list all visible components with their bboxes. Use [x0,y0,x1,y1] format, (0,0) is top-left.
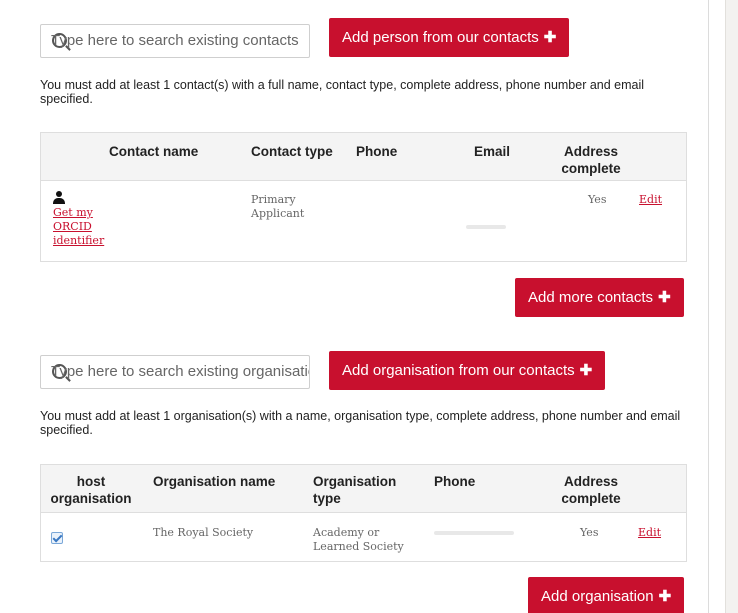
address-complete-value: Yes [580,526,599,539]
col-contact-type: Contact type [251,144,333,159]
plus-icon: ✚ [543,29,557,46]
add-organisation-label: Add organisation [541,588,654,605]
edit-organisation-link[interactable]: Edit [638,526,661,540]
person-icon [53,191,65,205]
organisations-table: host organisation Organisation name Orga… [40,464,687,562]
col-organisation-type: Organisation type [313,474,397,506]
col-contact-name: Contact name [109,144,199,159]
content-divider [708,0,709,613]
orcid-link[interactable]: Get my ORCID identifier [53,206,104,248]
organisation-name-value: The Royal Society [153,526,254,539]
add-organisation-button[interactable]: Add organisation ✚ [528,577,685,613]
plus-icon: ✚ [658,289,671,306]
redacted-email [466,225,506,229]
col-host-organisation: host organisation [50,474,132,506]
col-email: Email [474,144,511,159]
organisations-table-header: host organisation Organisation name Orga… [41,465,686,513]
add-organisation-from-contacts-button[interactable]: Add organisation from our contacts ✚ [329,351,606,390]
address-complete-value: Yes [588,193,607,206]
contacts-table: Contact name Contact type Phone Email Ad… [40,132,687,262]
organisation-type-value: Academy or Learned Society [313,526,404,553]
add-organisation-from-contacts-label: Add organisation from our contacts [342,362,575,379]
contacts-table-header: Contact name Contact type Phone Email Ad… [41,133,686,181]
contact-requirement-note: You must add at least 1 contact(s) with … [40,78,645,106]
col-phone: Phone [356,144,398,159]
col-organisation-name: Organisation name [153,474,276,489]
contact-search-input[interactable]: Type here to search existing contacts [40,24,310,58]
organisation-search-input[interactable]: Type here to search existing organisatio… [40,355,310,389]
checkbox-checked-icon[interactable] [51,532,63,544]
main-content: Type here to search existing contacts Ad… [0,0,708,613]
plus-icon: ✚ [579,362,593,379]
add-person-label: Add person from our contacts [342,29,539,46]
organisation-requirement-note: You must add at least 1 organisation(s) … [40,409,681,437]
add-person-button[interactable]: Add person from our contacts ✚ [329,18,570,57]
contact-type-value: Primary Applicant [251,193,305,220]
redacted-phone [434,531,514,535]
col-address-complete: Address complete [561,144,621,176]
add-more-contacts-label: Add more contacts [528,289,654,306]
col-phone: Phone [434,474,476,489]
col-address-complete: Address complete [561,474,621,506]
side-panel [725,0,738,613]
plus-icon: ✚ [658,588,672,605]
organisation-search-placeholder: Type here to search existing organisatio… [51,363,310,380]
contact-search-placeholder: Type here to search existing contacts [51,32,299,49]
add-more-contacts-button[interactable]: Add more contacts ✚ [515,278,684,317]
edit-contact-link[interactable]: Edit [639,193,662,207]
